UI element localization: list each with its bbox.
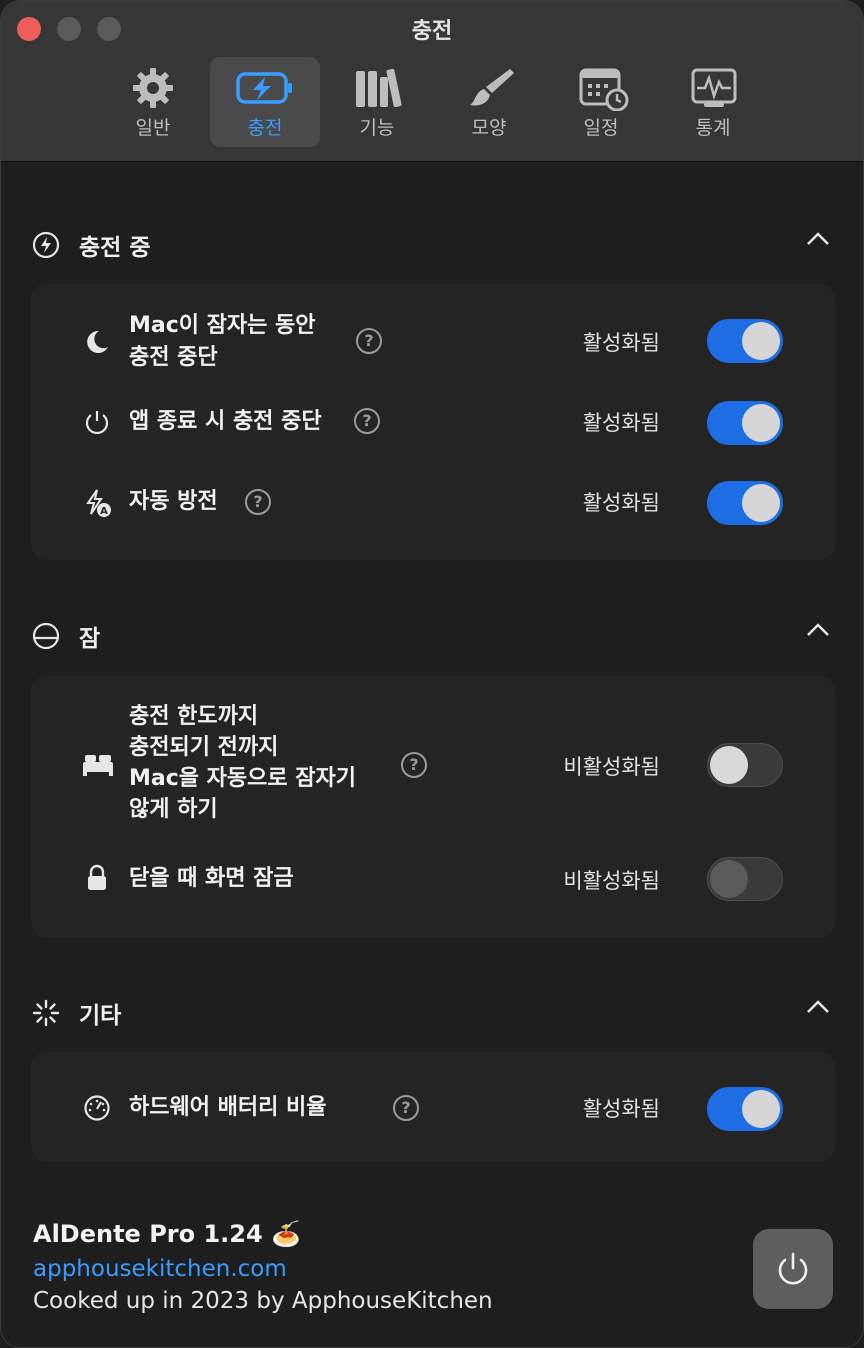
gauge-icon bbox=[84, 1095, 110, 1121]
bed-icon bbox=[83, 755, 113, 776]
spinner-icon bbox=[32, 999, 60, 1027]
section-sleep-header[interactable]: 잠 bbox=[31, 615, 841, 655]
window-title: 충전 bbox=[411, 19, 453, 44]
section-other-title: 기타 bbox=[79, 1003, 122, 1029]
prevent-sleep-status: 비활성화됨 bbox=[563, 755, 660, 779]
tab-schedule[interactable]: 일정 bbox=[546, 57, 656, 147]
bolt-a-icon: A bbox=[86, 489, 111, 517]
help-icon[interactable]: ? bbox=[356, 328, 382, 354]
hardware-percentage-status: 활성화됨 bbox=[582, 1097, 660, 1121]
title-bar: 충전 일반 충전 기능 모양 일정 통계 bbox=[1, 1, 863, 162]
section-other-header[interactable]: 기타 bbox=[31, 992, 841, 1032]
auto-discharge-label: 자동 방전 bbox=[129, 489, 218, 514]
quit-button[interactable] bbox=[753, 1229, 833, 1309]
stop-charging-sleep-label-line2: 충전 중단 bbox=[129, 345, 218, 370]
moon-icon bbox=[87, 330, 108, 353]
section-charging-panel: Mac이 잠자는 동안 충전 중단 ? 활성화됨 앱 종료 시 충전 중단 ? … bbox=[31, 284, 835, 560]
tab-schedule-label: 일정 bbox=[583, 117, 619, 139]
help-icon[interactable]: ? bbox=[245, 489, 271, 515]
prevent-sleep-toggle[interactable] bbox=[707, 743, 783, 787]
waveform-chart-icon bbox=[691, 68, 737, 107]
tab-appearance-label: 모양 bbox=[471, 117, 507, 139]
app-name-version: AlDente Pro 1.24 🍝 bbox=[33, 1220, 301, 1248]
power-icon bbox=[778, 1252, 808, 1285]
lock-on-close-status: 비활성화됨 bbox=[563, 869, 660, 893]
settings-content: 충전 중 Mac이 잠자는 동안 충전 중단 ? 활성화됨 앱 종료 시 충전 … bbox=[1, 162, 863, 1347]
prevent-sleep-label-line2: 충전되기 전까지 bbox=[129, 735, 279, 760]
books-icon bbox=[356, 68, 402, 108]
svg-text:A: A bbox=[100, 506, 108, 517]
paintbrush-icon bbox=[470, 69, 514, 106]
auto-discharge-status: 활성화됨 bbox=[582, 491, 660, 515]
help-icon[interactable]: ? bbox=[393, 1095, 419, 1121]
bolt-circle-icon bbox=[32, 231, 60, 259]
prevent-sleep-label-line4: 않게 하기 bbox=[129, 797, 218, 822]
stop-charging-quit-toggle[interactable] bbox=[707, 401, 783, 445]
section-charging-title: 충전 중 bbox=[79, 235, 151, 261]
lock-on-close-label: 닫을 때 화면 잠금 bbox=[129, 866, 294, 891]
hardware-percentage-label: 하드웨어 배터리 비율 bbox=[129, 1095, 327, 1120]
credit-text: Cooked up in 2023 by ApphouseKitchen bbox=[33, 1288, 493, 1314]
chevron-up-icon[interactable] bbox=[805, 230, 831, 248]
auto-discharge-toggle[interactable] bbox=[707, 481, 783, 525]
tab-charging-label: 충전 bbox=[247, 117, 283, 139]
tab-features-label: 기능 bbox=[359, 117, 395, 139]
tab-appearance[interactable]: 모양 bbox=[434, 57, 544, 147]
app-window: 충전 일반 충전 기능 모양 일정 통계 충전 중 Mac이 잠자는 동안 충전… bbox=[0, 0, 864, 1348]
stop-charging-sleep-label-line1: Mac이 잠자는 동안 bbox=[129, 313, 316, 338]
section-charging-header[interactable]: 충전 중 bbox=[31, 224, 841, 264]
stop-charging-quit-status: 활성화됨 bbox=[582, 411, 660, 435]
gear-icon bbox=[133, 68, 173, 108]
tab-charging[interactable]: 충전 bbox=[210, 57, 320, 147]
section-sleep-title: 잠 bbox=[79, 626, 101, 652]
tab-statistics[interactable]: 통계 bbox=[658, 57, 768, 147]
stop-charging-sleep-status: 활성화됨 bbox=[582, 331, 660, 355]
tab-general[interactable]: 일반 bbox=[98, 57, 208, 147]
prevent-sleep-label-line3: Mac을 자동으로 잠자기 bbox=[129, 766, 357, 791]
chevron-up-icon[interactable] bbox=[805, 998, 831, 1016]
section-sleep-panel: 충전 한도까지 충전되기 전까지 Mac을 자동으로 잠자기 않게 하기 ? 비… bbox=[31, 676, 835, 938]
hardware-percentage-toggle[interactable] bbox=[707, 1087, 783, 1131]
stop-charging-quit-label: 앱 종료 시 충전 중단 bbox=[129, 409, 322, 434]
calendar-clock-icon bbox=[579, 68, 629, 111]
stop-charging-sleep-toggle[interactable] bbox=[707, 319, 783, 363]
section-other-panel: 하드웨어 배터리 비율 ? 활성화됨 bbox=[31, 1052, 835, 1162]
website-link[interactable]: apphousekitchen.com bbox=[33, 1256, 287, 1282]
lock-icon bbox=[88, 864, 106, 890]
tab-features[interactable]: 기능 bbox=[322, 57, 432, 147]
battery-charging-icon bbox=[236, 72, 292, 104]
chevron-up-icon[interactable] bbox=[805, 621, 831, 639]
help-icon[interactable]: ? bbox=[354, 408, 380, 434]
power-icon bbox=[85, 411, 109, 435]
help-icon[interactable]: ? bbox=[401, 752, 427, 778]
tab-statistics-label: 통계 bbox=[695, 117, 731, 139]
sleep-circle-icon bbox=[32, 622, 60, 650]
prevent-sleep-label-line1: 충전 한도까지 bbox=[129, 704, 259, 729]
lock-on-close-toggle[interactable] bbox=[707, 857, 783, 901]
tab-general-label: 일반 bbox=[135, 117, 171, 139]
